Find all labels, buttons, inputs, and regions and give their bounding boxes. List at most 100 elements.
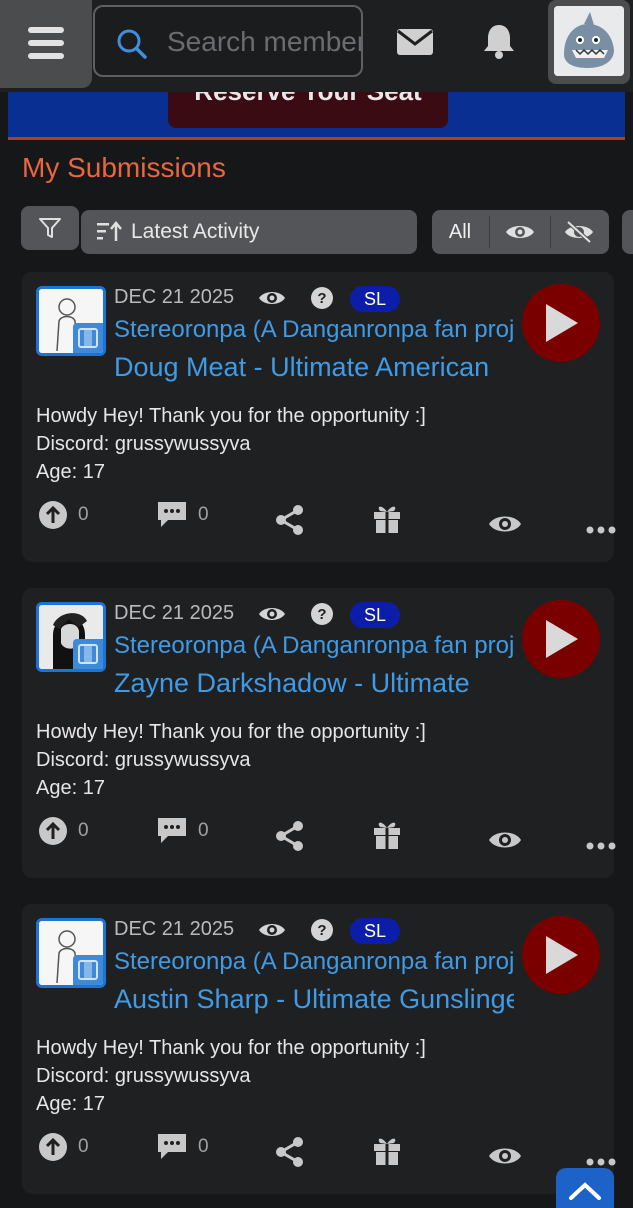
action-bar: 0 0 — [36, 496, 616, 540]
eye-icon[interactable] — [505, 222, 535, 242]
eye-icon[interactable] — [488, 820, 522, 860]
help-icon[interactable]: ? — [310, 918, 334, 942]
role-link[interactable]: Doug Meat - Ultimate American — [114, 352, 514, 383]
submission-card: DEC 21 2025 ? SL Stereoronpa (A Danganro… — [22, 588, 616, 878]
help-icon[interactable]: ? — [310, 602, 334, 626]
submission-thumbnail[interactable] — [36, 286, 106, 356]
share-icon[interactable] — [274, 816, 306, 856]
svg-text:?: ? — [317, 290, 326, 307]
search-input[interactable] — [165, 21, 361, 63]
film-icon — [73, 955, 103, 985]
comment-icon — [158, 502, 186, 527]
eye-icon[interactable] — [488, 1136, 522, 1176]
search-box[interactable] — [93, 5, 363, 77]
gift-icon[interactable] — [372, 814, 402, 854]
visibility-all-button[interactable]: All — [432, 210, 488, 254]
svg-text:?: ? — [317, 606, 326, 623]
top-bar — [0, 0, 633, 92]
description-line: Howdy Hey! Thank you for the opportunity… — [36, 1037, 426, 1059]
gift-icon[interactable] — [372, 498, 402, 538]
description-line: Howdy Hey! Thank you for the opportunity… — [36, 405, 426, 427]
reserve-seat-button[interactable]: Reserve Your Seat — [168, 92, 448, 128]
promo-banner: Reserve Your Seat — [8, 92, 625, 140]
upvote-button[interactable]: 0 — [36, 496, 96, 536]
divider — [489, 216, 490, 248]
comment-button[interactable]: 0 — [156, 1128, 220, 1168]
share-icon[interactable] — [274, 500, 306, 540]
role-link[interactable]: Austin Sharp - Ultimate Gunslinger — [114, 984, 514, 1015]
description-line: Discord: grussywussyva — [36, 433, 251, 455]
play-icon — [546, 304, 578, 342]
status-badge: SL — [350, 918, 400, 944]
submission-card: DEC 21 2025 ? SL Stereoronpa (A Danganro… — [22, 272, 616, 562]
eye-icon — [259, 292, 285, 304]
help-icon[interactable]: ? — [310, 286, 334, 310]
description-line: Age: 17 — [36, 461, 105, 483]
comment-count: 0 — [198, 820, 209, 841]
sort-dropdown[interactable]: Latest Activity — [81, 210, 417, 254]
sort-icon — [97, 221, 122, 241]
more-filter-button[interactable] — [622, 210, 633, 254]
comment-button[interactable]: 0 — [156, 496, 220, 536]
upvote-count: 0 — [78, 820, 89, 841]
upvote-button[interactable]: 0 — [36, 1128, 96, 1168]
play-button[interactable] — [522, 284, 600, 362]
upvote-button[interactable]: 0 — [36, 812, 96, 852]
comment-button[interactable]: 0 — [156, 812, 220, 852]
comment-icon — [158, 1134, 186, 1159]
eye-slash-icon[interactable] — [564, 220, 594, 244]
sort-label: Latest Activity — [131, 220, 260, 243]
bell-icon[interactable] — [482, 22, 516, 60]
shark-avatar-image — [554, 6, 624, 76]
comment-count: 0 — [198, 504, 209, 525]
upvote-count: 0 — [78, 504, 89, 525]
play-icon — [546, 936, 578, 974]
section-title: My Submissions — [22, 152, 226, 183]
eye-icon — [259, 608, 285, 620]
mail-icon[interactable] — [396, 28, 434, 56]
submission-card: DEC 21 2025 ? SL Stereoronpa (A Danganro… — [22, 904, 616, 1194]
arrow-up-circle-icon — [39, 501, 67, 529]
gift-icon[interactable] — [372, 1130, 402, 1170]
comment-count: 0 — [198, 1136, 209, 1157]
search-icon — [117, 29, 147, 59]
submission-thumbnail[interactable] — [36, 918, 106, 988]
eye-icon — [259, 924, 285, 936]
role-link[interactable]: Zayne Darkshadow - Ultimate — [114, 668, 514, 699]
submission-date: DEC 21 2025 — [114, 602, 235, 624]
action-bar: 0 0 — [36, 812, 616, 856]
description-line: Age: 17 — [36, 1093, 105, 1115]
play-button[interactable] — [522, 600, 600, 678]
project-link[interactable]: Stereoronpa (A Danganronpa fan project) — [114, 316, 514, 344]
description-line: Howdy Hey! Thank you for the opportunity… — [36, 721, 426, 743]
filter-button[interactable] — [21, 206, 79, 250]
eye-icon[interactable] — [488, 504, 522, 544]
action-bar: 0 0 — [36, 1128, 616, 1172]
description-line: Age: 17 — [36, 777, 105, 799]
hamburger-icon-line — [28, 40, 64, 46]
submission-description: Howdy Hey! Thank you for the opportunity… — [36, 1034, 426, 1118]
more-options-icon[interactable] — [586, 510, 616, 550]
share-icon[interactable] — [274, 1132, 306, 1172]
submission-description: Howdy Hey! Thank you for the opportunity… — [36, 402, 426, 486]
profile-avatar[interactable] — [548, 0, 630, 84]
description-line: Discord: grussywussyva — [36, 749, 251, 771]
status-badge: SL — [350, 602, 400, 628]
menu-button[interactable] — [0, 0, 92, 88]
project-link[interactable]: Stereoronpa (A Danganronpa fan project) — [114, 632, 514, 660]
submission-thumbnail[interactable] — [36, 602, 106, 672]
submission-description: Howdy Hey! Thank you for the opportunity… — [36, 718, 426, 802]
play-button[interactable] — [522, 916, 600, 994]
play-icon — [546, 620, 578, 658]
hamburger-icon — [28, 27, 64, 33]
submission-date: DEC 21 2025 — [114, 286, 235, 308]
scroll-to-top-button[interactable] — [556, 1168, 614, 1208]
film-icon — [73, 323, 103, 353]
chevron-up-icon — [569, 1182, 601, 1200]
film-icon — [73, 639, 103, 669]
more-options-icon[interactable] — [586, 826, 616, 866]
filter-icon — [39, 218, 61, 238]
visibility-all-label: All — [448, 221, 472, 243]
divider — [550, 216, 551, 248]
project-link[interactable]: Stereoronpa (A Danganronpa fan project) — [114, 948, 514, 976]
